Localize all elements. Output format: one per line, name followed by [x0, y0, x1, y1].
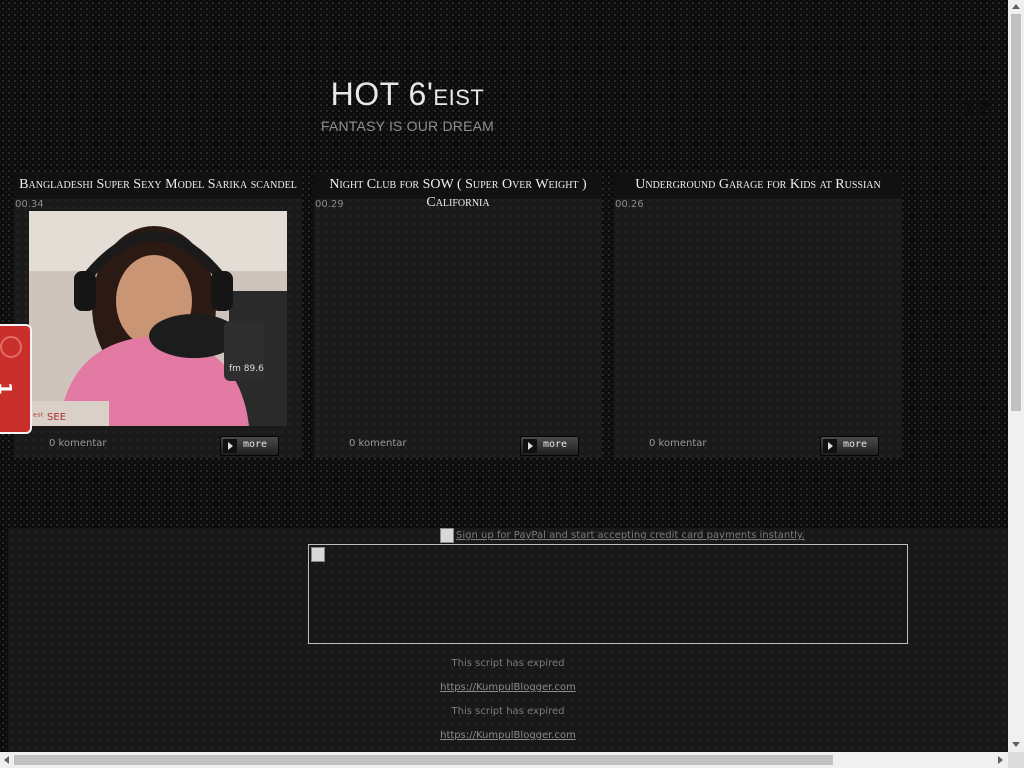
site-tagline: FANTASY IS OUR DREAM — [320, 118, 495, 134]
post-comments-link[interactable]: 0 komentar — [349, 438, 407, 449]
more-button-label: more — [243, 439, 268, 450]
post-comments-link[interactable]: 0 komentar — [49, 438, 107, 449]
vertical-scrollbar[interactable] — [1008, 0, 1024, 752]
scroll-down-arrow-icon[interactable] — [1012, 742, 1020, 747]
site-title-main[interactable]: HOT 6' — [331, 76, 434, 112]
post-title[interactable]: Night Club for SOW ( Super Over Weight )… — [314, 176, 602, 212]
play-arrow-icon — [523, 439, 537, 453]
post-thumbnail-image[interactable]: fm 89.6 ᵉˢᵗ SEE — [29, 211, 287, 426]
more-button[interactable]: more — [520, 436, 579, 456]
blog-header: HOT 6'eist FANTASY IS OUR DREAM — [300, 76, 515, 134]
side-counter: 1 2 — [962, 98, 990, 120]
floating-side-tab[interactable]: 1 — [0, 324, 32, 434]
footer-link-row: https://KumpulBlogger.com — [8, 730, 1008, 741]
svg-text:ᵉˢᵗ SEE: ᵉˢᵗ SEE — [33, 412, 66, 423]
side-tab-label: 1 — [0, 382, 15, 395]
footer-link-row: https://KumpulBlogger.com — [8, 682, 1008, 693]
page-viewport: HOT 6'eist FANTASY IS OUR DREAM 1 2 Bang… — [0, 0, 1008, 752]
scroll-right-arrow-icon[interactable] — [998, 756, 1003, 764]
post-card-1: Bangladeshi Super Sexy Model Sarika scan… — [14, 172, 302, 458]
horizontal-scroll-thumb[interactable] — [14, 755, 833, 765]
broken-image-icon — [440, 528, 454, 543]
vertical-scroll-thumb[interactable] — [1011, 14, 1021, 411]
post-title[interactable]: Bangladeshi Super Sexy Model Sarika scan… — [14, 176, 302, 194]
scroll-up-arrow-icon[interactable] — [1012, 4, 1020, 9]
tab-logo-icon — [0, 336, 22, 358]
ad-banner[interactable] — [308, 544, 908, 644]
post-card-2: Night Club for SOW ( Super Over Weight )… — [314, 172, 602, 458]
broken-image-icon — [311, 547, 325, 562]
more-button[interactable]: more — [220, 436, 279, 456]
model-photo: fm 89.6 ᵉˢᵗ SEE — [29, 211, 287, 426]
more-button-label: more — [543, 439, 568, 450]
post-date: 00.26 — [615, 199, 644, 210]
site-title-small[interactable]: eist — [433, 85, 484, 110]
site-title[interactable]: HOT 6'eist — [300, 76, 515, 116]
post-date: 00.29 — [315, 199, 344, 210]
post-title[interactable]: Underground Garage for Kids at Russian — [614, 176, 902, 194]
expired-notice: This script has expired — [451, 658, 565, 669]
scrollbar-corner — [1008, 752, 1024, 768]
paypal-signup-link[interactable]: Sign up for PayPal and start accepting c… — [440, 528, 805, 543]
post-card-3: Underground Garage for Kids at Russian 0… — [614, 172, 902, 458]
kumpulblogger-link[interactable]: https://KumpulBlogger.com — [440, 682, 576, 693]
horizontal-scrollbar[interactable] — [0, 752, 1008, 768]
more-button[interactable]: more — [820, 436, 879, 456]
paypal-alt-text: Sign up for PayPal and start accepting c… — [456, 530, 805, 541]
play-arrow-icon — [223, 439, 237, 453]
kumpulblogger-link[interactable]: https://KumpulBlogger.com — [440, 730, 576, 741]
more-button-label: more — [843, 439, 868, 450]
expired-notice: This script has expired — [451, 706, 565, 717]
footer-area: Sign up for PayPal and start accepting c… — [8, 528, 1008, 752]
post-date: 00.34 — [15, 199, 44, 210]
post-comments-link[interactable]: 0 komentar — [649, 438, 707, 449]
play-arrow-icon — [823, 439, 837, 453]
svg-text:fm 89.6: fm 89.6 — [229, 364, 264, 374]
scroll-left-arrow-icon[interactable] — [4, 756, 9, 764]
